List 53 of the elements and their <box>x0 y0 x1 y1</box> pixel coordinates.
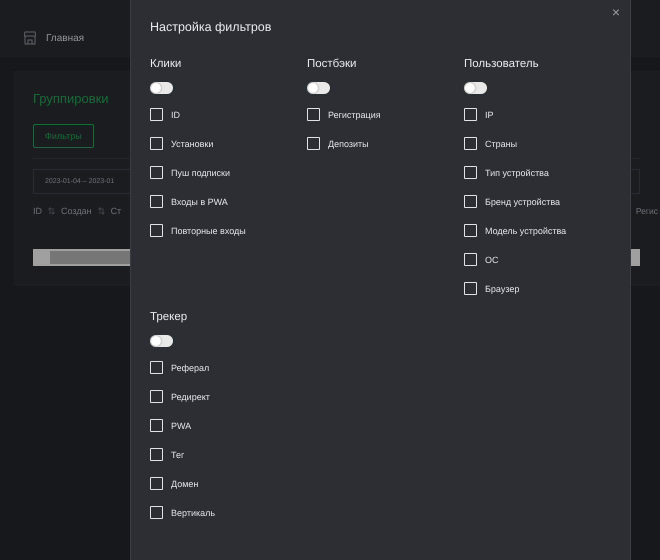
checkbox-label[interactable]: Браузер <box>485 284 520 294</box>
checkbox[interactable] <box>464 108 477 121</box>
checkbox[interactable] <box>150 419 163 432</box>
checkbox-label[interactable]: Вертикаль <box>171 508 216 518</box>
checkbox[interactable] <box>150 361 163 374</box>
checkbox[interactable] <box>464 137 477 150</box>
checkbox-label[interactable]: Тег <box>171 450 184 460</box>
checkbox[interactable] <box>307 108 320 121</box>
checkbox-label[interactable]: Бренд устройства <box>485 196 560 206</box>
checkbox-label[interactable]: Входы в PWA <box>171 196 228 206</box>
toggle-switch[interactable] <box>307 82 330 94</box>
page-title: Группировки <box>33 91 110 106</box>
section-heading: Пользователь <box>464 58 540 72</box>
checkbox[interactable] <box>464 195 477 208</box>
checkbox-label[interactable]: Установки <box>171 138 214 148</box>
toggle-switch[interactable] <box>464 82 487 94</box>
checkbox[interactable] <box>464 224 477 237</box>
checkbox[interactable] <box>464 282 477 295</box>
checkbox-label[interactable]: Домен <box>171 478 198 488</box>
checkbox-label[interactable]: Пуш подписки <box>171 168 230 178</box>
section-heading: Трекер <box>150 311 188 325</box>
checkbox-label[interactable]: Редирект <box>171 392 210 402</box>
checkbox-label[interactable]: Повторные входы <box>171 226 246 236</box>
checkbox-label[interactable]: IP <box>485 110 494 120</box>
checkbox[interactable] <box>150 477 163 490</box>
toggle-switch[interactable] <box>150 82 173 94</box>
checkbox[interactable] <box>464 253 477 266</box>
section-heading: Клики <box>150 58 182 72</box>
checkbox-label[interactable]: Реферал <box>171 362 210 372</box>
checkbox[interactable] <box>150 195 163 208</box>
checkbox[interactable] <box>150 166 163 179</box>
checkbox[interactable] <box>150 448 163 461</box>
checkbox[interactable] <box>464 166 477 179</box>
checkbox-label[interactable]: PWA <box>171 420 192 430</box>
section-heading: Постбэки <box>307 58 358 72</box>
checkbox[interactable] <box>150 108 163 121</box>
store-icon <box>24 31 36 45</box>
checkbox-label[interactable]: Модель устройства <box>485 226 566 236</box>
modal-title: Настройка фильтров <box>150 20 272 34</box>
close-button[interactable]: × <box>610 4 622 20</box>
checkbox-label[interactable]: Депозиты <box>328 138 369 148</box>
toggle-switch[interactable] <box>150 335 173 347</box>
nav-link[interactable]: Главная <box>46 32 84 44</box>
checkbox[interactable] <box>150 390 163 403</box>
checkbox[interactable] <box>150 137 163 150</box>
checkbox[interactable] <box>307 137 320 150</box>
checkbox-label[interactable]: Страны <box>485 138 518 148</box>
checkbox-label[interactable]: ОС <box>485 254 498 264</box>
checkbox-label[interactable]: Тип устройства <box>485 168 549 178</box>
checkbox-label[interactable]: ID <box>171 110 180 120</box>
checkbox[interactable] <box>150 224 163 237</box>
checkbox-label[interactable]: Регистрация <box>328 110 381 120</box>
checkbox[interactable] <box>150 506 163 519</box>
